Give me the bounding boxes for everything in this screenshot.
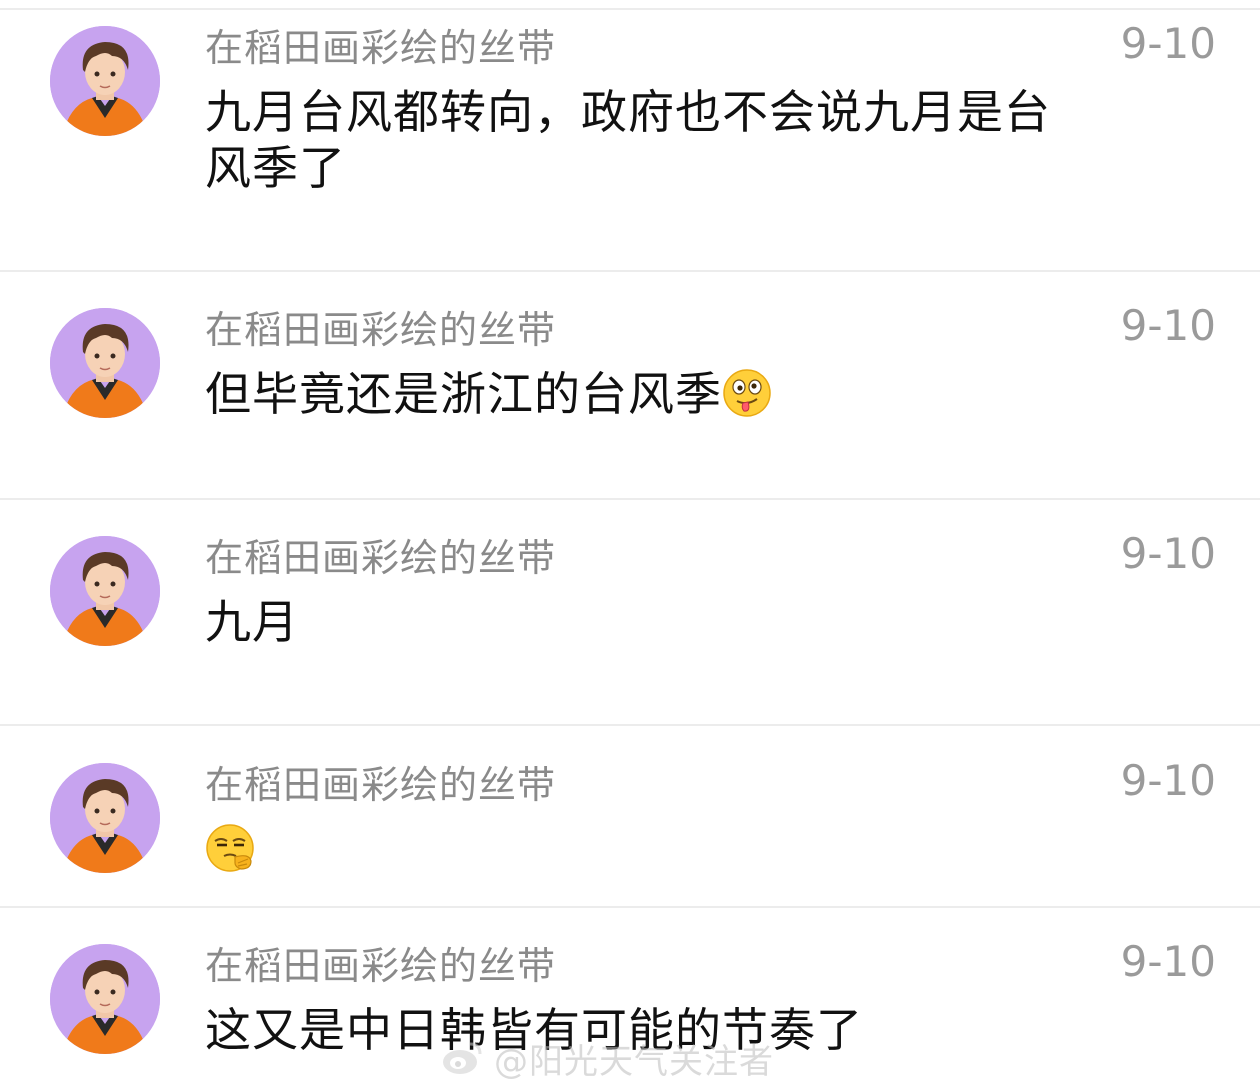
avatar-illustration-icon xyxy=(50,308,160,418)
thinking-face-emoji-icon xyxy=(205,823,255,873)
comment-text-content: 九月 xyxy=(205,595,299,649)
comment-text: 九月台风都转向，政府也不会说九月是台风季了 xyxy=(205,84,1065,196)
comment-text xyxy=(205,821,1065,877)
tongue-out-face-emoji-icon xyxy=(722,368,772,418)
avatar[interactable] xyxy=(50,944,160,1054)
avatar[interactable] xyxy=(50,26,160,136)
comment-text-content: 九月台风都转向，政府也不会说九月是台风季了 xyxy=(205,85,1051,195)
avatar-illustration-icon xyxy=(50,763,160,873)
comment-text-content: 但毕竟还是浙江的台风季 xyxy=(205,367,722,421)
weibo-logo-icon xyxy=(440,1036,484,1080)
comment-item[interactable]: 在稻田画彩绘的丝带 9-10 九月 xyxy=(0,510,1260,724)
comment-date: 9-10 xyxy=(1120,529,1216,578)
comment-item[interactable]: 在稻田画彩绘的丝带 9-10 但毕竟还是浙江的台风季 xyxy=(0,282,1260,498)
row-divider xyxy=(0,724,1260,726)
username[interactable]: 在稻田画彩绘的丝带 xyxy=(205,940,556,992)
comment-date: 9-10 xyxy=(1120,19,1216,68)
comment-date: 9-10 xyxy=(1120,937,1216,986)
watermark: @阳光天气关注者 xyxy=(440,1032,774,1084)
comment-text: 九月 xyxy=(205,594,1065,650)
watermark-text: @阳光天气关注者 xyxy=(494,1041,774,1082)
comment-date: 9-10 xyxy=(1120,301,1216,350)
comment-item[interactable]: 在稻田画彩绘的丝带 9-10 xyxy=(0,737,1260,906)
comment-text: 但毕竟还是浙江的台风季 xyxy=(205,366,1065,422)
username[interactable]: 在稻田画彩绘的丝带 xyxy=(205,304,556,356)
avatar-illustration-icon xyxy=(50,26,160,136)
avatar-illustration-icon xyxy=(50,944,160,1054)
row-divider xyxy=(0,270,1260,272)
avatar[interactable] xyxy=(50,763,160,873)
avatar-illustration-icon xyxy=(50,536,160,646)
row-divider xyxy=(0,498,1260,500)
avatar[interactable] xyxy=(50,308,160,418)
username[interactable]: 在稻田画彩绘的丝带 xyxy=(205,532,556,584)
comment-item[interactable]: 在稻田画彩绘的丝带 9-10 九月台风都转向，政府也不会说九月是台风季了 xyxy=(0,0,1260,270)
comment-date: 9-10 xyxy=(1120,756,1216,805)
username[interactable]: 在稻田画彩绘的丝带 xyxy=(205,759,556,811)
avatar[interactable] xyxy=(50,536,160,646)
row-divider xyxy=(0,906,1260,908)
username[interactable]: 在稻田画彩绘的丝带 xyxy=(205,22,556,74)
